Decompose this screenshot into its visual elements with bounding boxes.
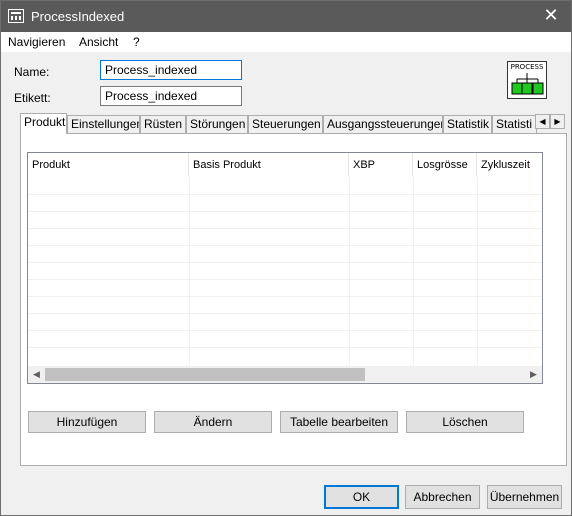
tab-einstellungen[interactable]: Einstellungen — [67, 115, 140, 133]
window-app-icon — [8, 9, 24, 23]
tab-strip: Produkt Einstellungen Rüsten Störungen S… — [20, 113, 568, 134]
process-dialog: ProcessIndexed ✕ Navigieren Ansicht ? Na… — [0, 0, 572, 516]
tab-scroll-right-icon[interactable]: ▶ — [550, 114, 565, 129]
cancel-button[interactable]: Abbrechen — [405, 485, 480, 509]
scrollbar-thumb[interactable] — [45, 368, 365, 381]
tab-statistik[interactable]: Statistik — [443, 115, 492, 133]
grid-line — [28, 279, 542, 280]
tab-stoerungen[interactable]: Störungen — [186, 115, 248, 133]
apply-button[interactable]: Übernehmen — [487, 485, 562, 509]
edit-button[interactable]: Ändern — [154, 411, 272, 433]
tab-scroll-left-icon[interactable]: ◀ — [535, 114, 550, 129]
edit-table-button[interactable]: Tabelle bearbeiten — [280, 411, 398, 433]
menu-navigieren[interactable]: Navigieren — [8, 35, 65, 49]
grid-line — [28, 296, 542, 297]
add-button[interactable]: Hinzufügen — [28, 411, 146, 433]
column-header-produkt[interactable]: Produkt — [28, 153, 189, 177]
name-field[interactable]: Process_indexed — [100, 60, 242, 80]
product-table[interactable]: Produkt Basis Produkt XBP Losgrösse Zykl… — [27, 152, 543, 384]
grid-line — [28, 245, 542, 246]
etikett-field[interactable]: Process_indexed — [100, 86, 242, 106]
scroll-left-icon[interactable]: ◀ — [28, 366, 45, 383]
close-icon[interactable]: ✕ — [541, 5, 561, 25]
menu-ansicht[interactable]: Ansicht — [79, 35, 118, 49]
delete-button[interactable]: Löschen — [406, 411, 524, 433]
column-header-zykluszeit[interactable]: Zykluszeit — [477, 153, 542, 177]
grid-line — [413, 177, 414, 369]
grid-line — [349, 177, 350, 369]
process-icon: PROCESS — [507, 61, 547, 99]
column-header-losgroesse[interactable]: Losgrösse — [413, 153, 477, 177]
grid-line — [28, 330, 542, 331]
grid-line — [28, 262, 542, 263]
grid-line — [28, 194, 542, 195]
menu-bar: Navigieren Ansicht ? — [1, 32, 571, 52]
etikett-label: Etikett: — [14, 91, 51, 105]
horizontal-scrollbar[interactable]: ◀ ▶ — [28, 366, 542, 383]
process-diagram-icon — [511, 73, 544, 95]
tab-steuerungen[interactable]: Steuerungen — [248, 115, 323, 133]
column-header-xbp[interactable]: XBP — [349, 153, 413, 177]
grid-line — [28, 211, 542, 212]
title-bar: ProcessIndexed ✕ — [1, 1, 571, 32]
tab-statistik-2[interactable]: Statisti — [492, 115, 537, 133]
grid-line — [28, 228, 542, 229]
grid-line — [189, 177, 190, 369]
scroll-right-icon[interactable]: ▶ — [525, 366, 542, 383]
grid-line — [477, 177, 478, 369]
grid-line — [28, 313, 542, 314]
name-label: Name: — [14, 65, 50, 79]
tab-produkt[interactable]: Produkt — [20, 113, 67, 134]
tab-ruesten[interactable]: Rüsten — [140, 115, 186, 133]
window-title: ProcessIndexed — [31, 9, 125, 24]
column-header-basis-produkt[interactable]: Basis Produkt — [189, 153, 349, 177]
ok-button[interactable]: OK — [324, 485, 399, 509]
menu-help[interactable]: ? — [133, 35, 140, 49]
tab-ausgangssteuerungen[interactable]: Ausgangssteuerungen — [323, 115, 443, 133]
grid-line — [28, 347, 542, 348]
